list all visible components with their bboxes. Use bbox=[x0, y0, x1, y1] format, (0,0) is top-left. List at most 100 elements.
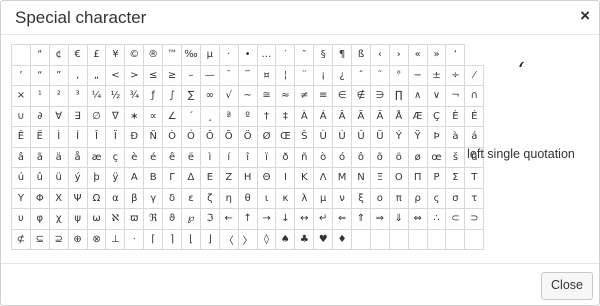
character-cell[interactable]: ∏ bbox=[388, 85, 409, 107]
character-cell[interactable]: 〈 bbox=[218, 228, 239, 250]
character-cell[interactable]: Φ bbox=[29, 187, 50, 209]
character-cell[interactable]: ⇓ bbox=[388, 208, 409, 230]
character-cell[interactable]: ∗ bbox=[124, 105, 145, 127]
character-cell[interactable]: ∴ bbox=[426, 208, 447, 230]
character-cell[interactable]: ∃ bbox=[67, 105, 88, 127]
character-cell[interactable]: Ô bbox=[199, 126, 220, 148]
character-cell[interactable]: < bbox=[105, 64, 126, 86]
character-cell[interactable]: ö bbox=[388, 146, 409, 168]
character-cell[interactable]: £ bbox=[86, 44, 107, 66]
character-cell[interactable]: à bbox=[445, 126, 466, 148]
character-cell[interactable]: ∉ bbox=[351, 85, 371, 107]
character-cell[interactable]: ⇒ bbox=[369, 208, 390, 230]
character-cell[interactable]: Ö bbox=[237, 126, 258, 148]
character-cell[interactable]: Ω bbox=[86, 187, 107, 209]
character-cell[interactable]: ⌉ bbox=[162, 228, 183, 250]
character-cell[interactable]: ¦ bbox=[275, 64, 296, 86]
character-cell[interactable]: ´ bbox=[181, 105, 201, 127]
character-cell[interactable]: — bbox=[199, 64, 220, 86]
character-cell[interactable]: Š bbox=[294, 126, 315, 148]
character-cell[interactable]: Á bbox=[313, 105, 334, 127]
character-cell[interactable]: ∋ bbox=[369, 85, 390, 107]
character-cell[interactable]: η bbox=[218, 187, 239, 209]
character-cell[interactable]: √ bbox=[218, 85, 239, 107]
character-cell[interactable]: 〉 bbox=[237, 228, 258, 250]
character-cell[interactable]: ″ bbox=[294, 44, 315, 66]
character-cell[interactable]: ∀ bbox=[48, 105, 69, 127]
character-cell[interactable]: ρ bbox=[407, 187, 428, 209]
character-cell[interactable]: ¸ bbox=[199, 105, 220, 127]
character-cell[interactable]: ¬ bbox=[445, 85, 466, 107]
character-cell[interactable]: ♦ bbox=[332, 228, 353, 250]
character-cell[interactable]: υ bbox=[11, 208, 31, 230]
character-cell[interactable]: ú bbox=[11, 167, 31, 189]
character-cell[interactable]: ’ bbox=[11, 64, 31, 86]
character-cell[interactable]: Ξ bbox=[369, 167, 390, 189]
character-cell[interactable]: þ bbox=[86, 167, 107, 189]
character-cell[interactable]: ˜ bbox=[369, 64, 390, 86]
character-cell[interactable]: õ bbox=[369, 146, 390, 168]
character-cell[interactable]: ò bbox=[313, 146, 334, 168]
character-cell[interactable]: Υ bbox=[11, 187, 31, 209]
character-cell[interactable]: Ð bbox=[124, 126, 145, 148]
character-cell[interactable]: ¨ bbox=[294, 64, 315, 86]
character-cell[interactable]: ¢ bbox=[48, 44, 69, 66]
character-cell[interactable]: ⊗ bbox=[86, 228, 107, 250]
character-cell[interactable]: Ë bbox=[29, 126, 50, 148]
character-cell[interactable]: ã bbox=[29, 146, 50, 168]
character-cell[interactable]: ¾ bbox=[124, 85, 145, 107]
character-cell[interactable]: ι bbox=[256, 187, 277, 209]
character-cell[interactable]: Ι bbox=[275, 167, 296, 189]
character-cell[interactable]: ‹ bbox=[369, 44, 390, 66]
character-cell[interactable]: Ý bbox=[388, 126, 409, 148]
character-cell[interactable]: ¹ bbox=[29, 85, 50, 107]
character-cell[interactable]: ø bbox=[407, 146, 428, 168]
character-cell[interactable]: … bbox=[256, 44, 277, 66]
character-cell[interactable]: Τ bbox=[464, 167, 485, 189]
character-cell[interactable]: Ç bbox=[426, 105, 447, 127]
character-cell[interactable]: ♠ bbox=[275, 228, 296, 250]
character-cell[interactable]: ⁄ bbox=[464, 64, 485, 86]
character-cell[interactable]: § bbox=[313, 44, 334, 66]
character-cell[interactable]: ∂ bbox=[29, 105, 50, 127]
character-cell[interactable]: φ bbox=[29, 208, 50, 230]
character-cell[interactable]: Û bbox=[351, 126, 371, 148]
character-cell[interactable]: θ bbox=[237, 187, 258, 209]
character-cell[interactable]: ® bbox=[143, 44, 164, 66]
character-cell[interactable]: ‾ bbox=[237, 64, 258, 86]
character-cell[interactable]: Δ bbox=[181, 167, 201, 189]
character-cell[interactable]: ⇔ bbox=[407, 208, 428, 230]
character-cell[interactable]: ℑ bbox=[199, 208, 220, 230]
character-cell[interactable]: ∑ bbox=[181, 85, 201, 107]
character-cell[interactable]: Ø bbox=[256, 126, 277, 148]
character-cell[interactable]: Μ bbox=[332, 167, 353, 189]
character-cell[interactable]: Ò bbox=[162, 126, 183, 148]
character-cell[interactable]: Λ bbox=[313, 167, 334, 189]
character-cell[interactable]: Θ bbox=[256, 167, 277, 189]
character-cell[interactable]: Ñ bbox=[143, 126, 164, 148]
character-cell[interactable]: λ bbox=[294, 187, 315, 209]
character-cell[interactable]: ⇐ bbox=[332, 208, 353, 230]
character-cell[interactable]: σ bbox=[445, 187, 466, 209]
character-cell[interactable]: ↔ bbox=[294, 208, 315, 230]
character-cell[interactable]: ∝ bbox=[143, 105, 164, 127]
character-cell[interactable]: Þ bbox=[426, 126, 447, 148]
character-cell[interactable]: Ü bbox=[369, 126, 390, 148]
character-cell[interactable]: ¥ bbox=[105, 44, 126, 66]
character-cell[interactable]: ¡ bbox=[313, 64, 334, 86]
character-cell[interactable]: ← bbox=[218, 208, 239, 230]
character-cell[interactable]: ς bbox=[426, 187, 447, 209]
character-cell[interactable]: Ζ bbox=[218, 167, 239, 189]
character-cell[interactable]: ξ bbox=[351, 187, 371, 209]
character-cell[interactable]: ◊ bbox=[256, 228, 277, 250]
character-cell[interactable]: ï bbox=[256, 146, 277, 168]
character-cell[interactable]: ⌋ bbox=[199, 228, 220, 250]
character-cell[interactable]: ∞ bbox=[199, 85, 220, 107]
character-cell[interactable]: ℜ bbox=[143, 208, 164, 230]
character-cell[interactable]: € bbox=[67, 44, 88, 66]
character-cell[interactable]: ± bbox=[426, 64, 447, 86]
character-cell[interactable]: ∠ bbox=[162, 105, 183, 127]
character-cell[interactable]: è bbox=[124, 146, 145, 168]
character-cell[interactable]: û bbox=[29, 167, 50, 189]
character-cell[interactable]: é bbox=[143, 146, 164, 168]
